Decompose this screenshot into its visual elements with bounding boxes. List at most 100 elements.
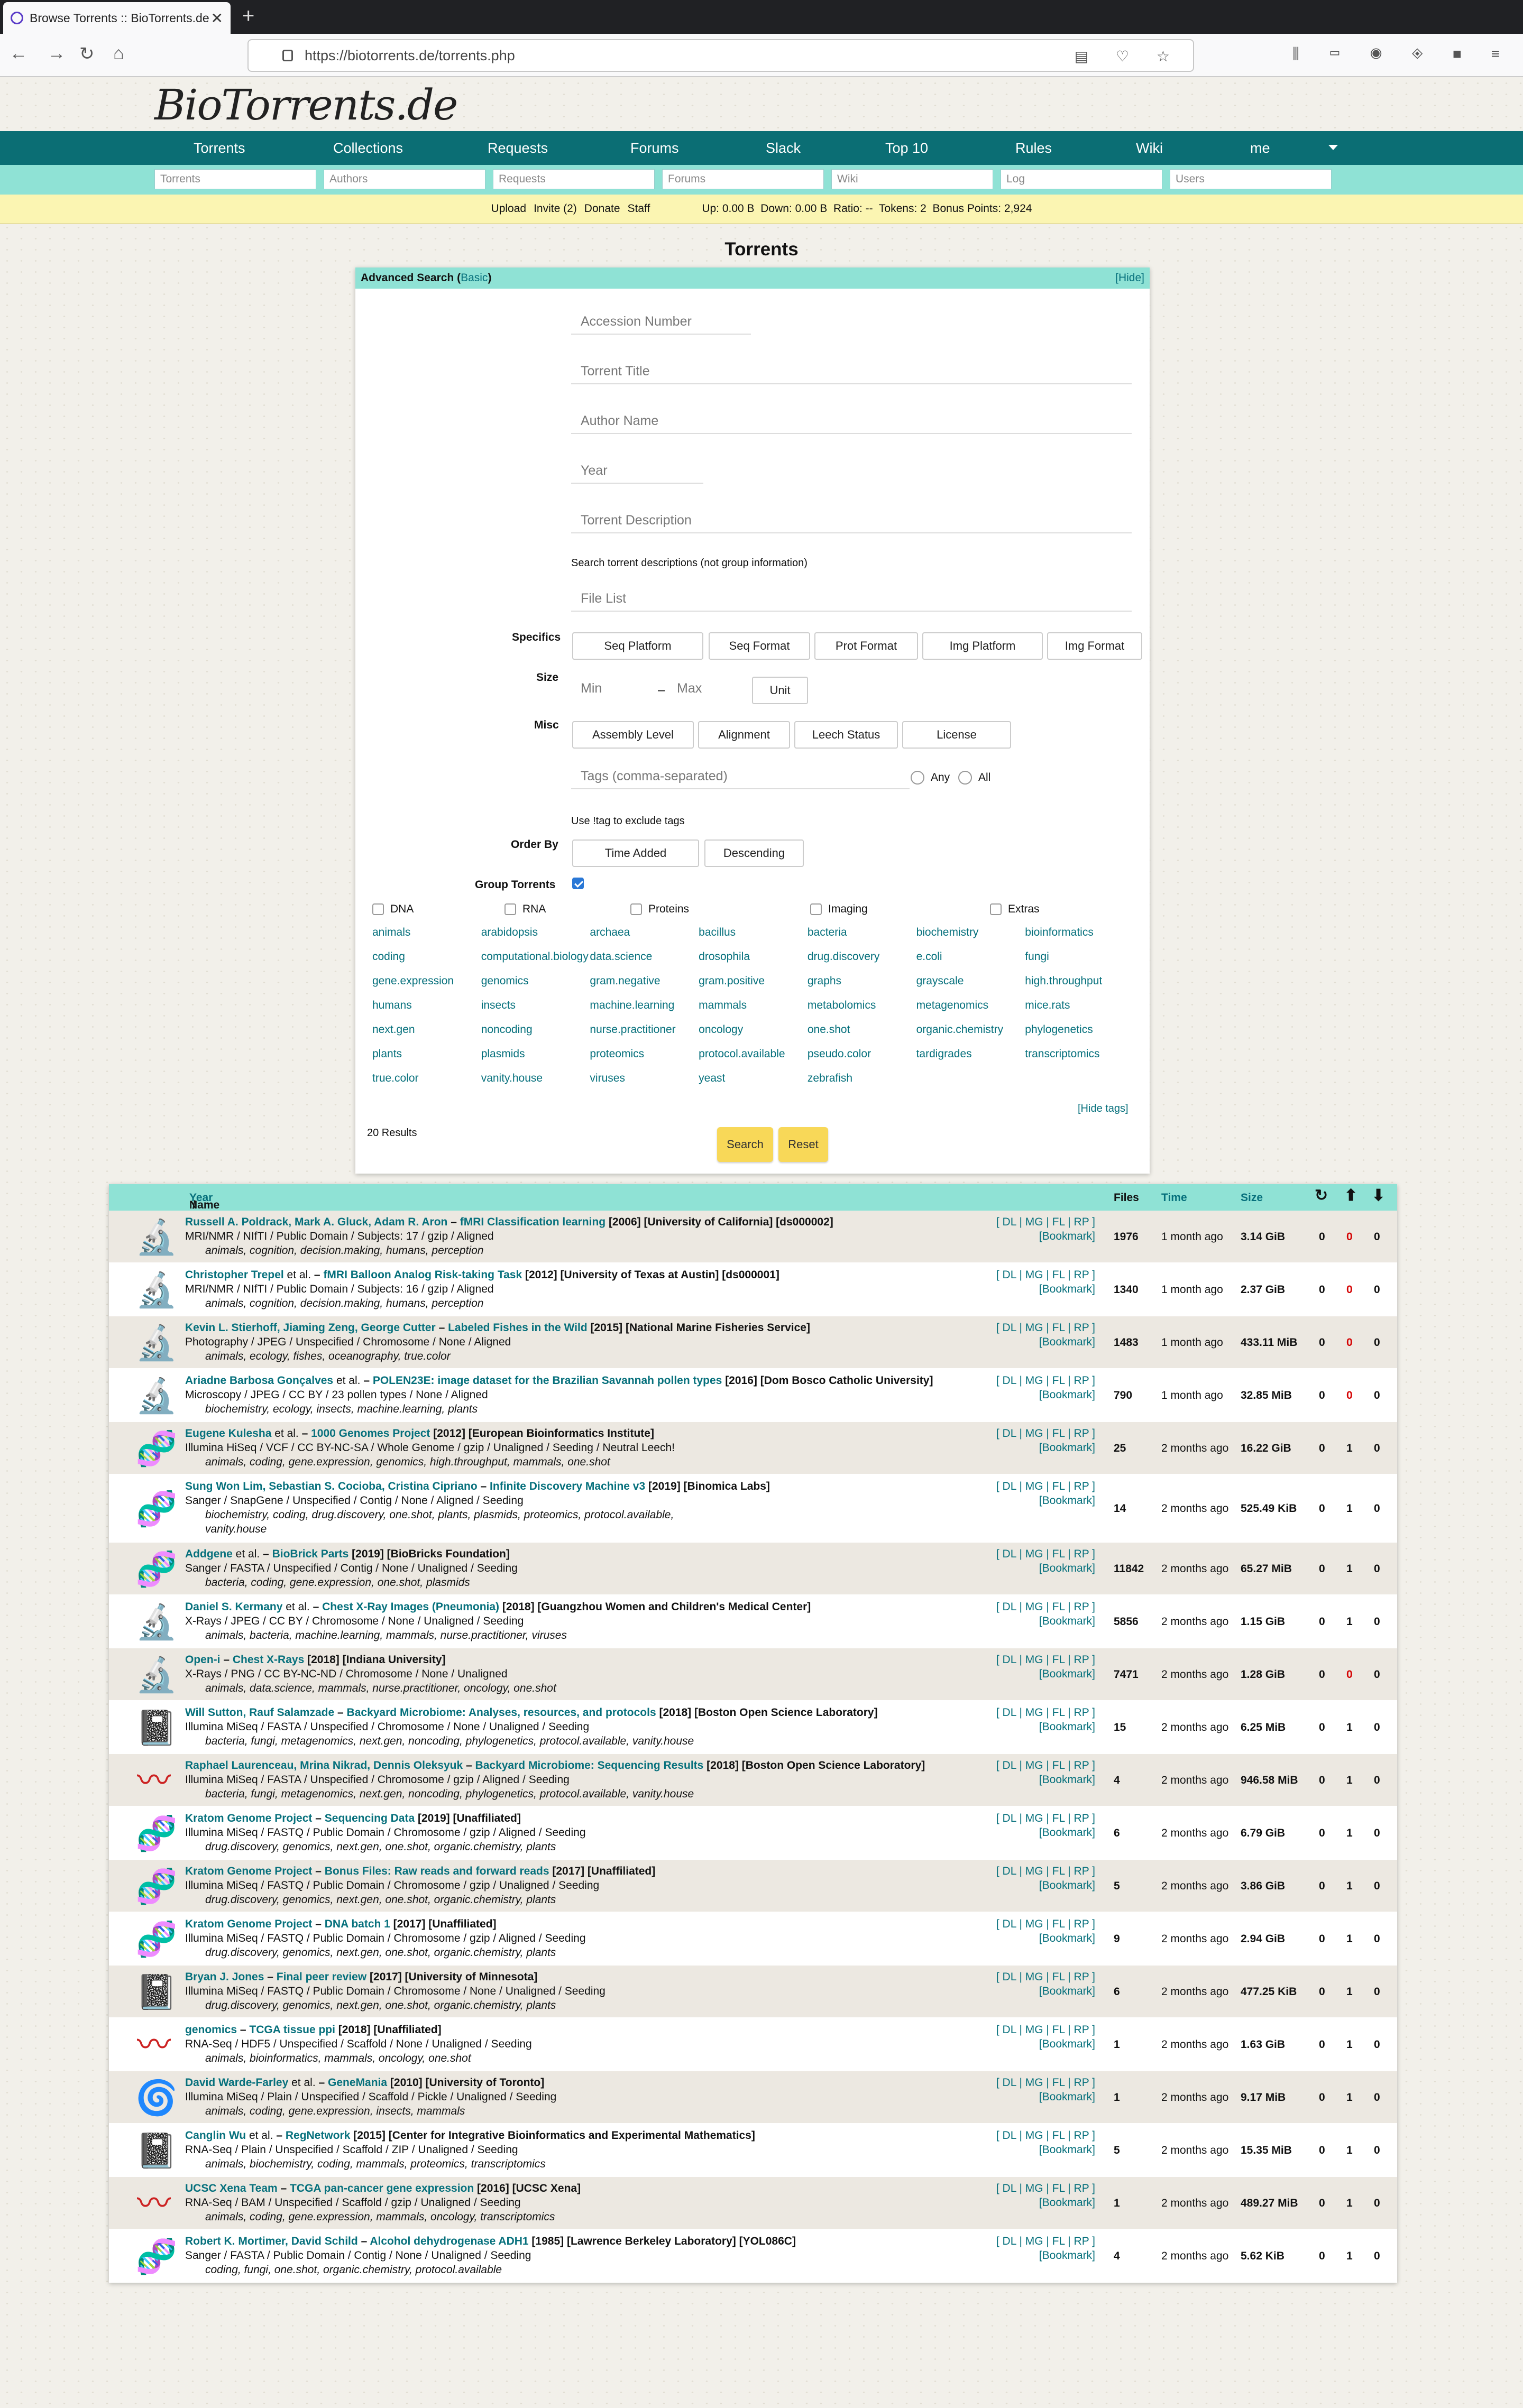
bookmark-link[interactable]: [Bookmark] [989, 1878, 1095, 1893]
order-field-select[interactable]: Time Added [572, 839, 699, 867]
bookmark-link[interactable]: [Bookmark] [989, 2195, 1095, 2210]
tag-link[interactable]: gram.negative [590, 975, 699, 988]
bookmark-link[interactable]: [Bookmark] [989, 1773, 1095, 1787]
dna-category-icon[interactable]: 🧬 [135, 1488, 178, 1529]
torrent-authors[interactable]: Kratom Genome Project [185, 1812, 312, 1824]
torrent-title-link[interactable]: fMRI Balloon Analog Risk-taking Task [323, 1269, 522, 1281]
tag-link[interactable]: noncoding [481, 1023, 590, 1036]
size-min-field[interactable]: Min [571, 677, 650, 700]
nav-torrents[interactable]: Torrents [194, 140, 245, 156]
year-field[interactable]: Year [571, 459, 703, 484]
bookmark-link[interactable]: [Bookmark] [989, 1388, 1095, 1402]
hide-search-link[interactable]: [Hide] [1115, 272, 1144, 284]
new-tab-icon[interactable]: + [242, 4, 254, 28]
tag-link[interactable]: one.shot [808, 1023, 916, 1036]
nav-top10[interactable]: Top 10 [885, 140, 928, 156]
tag-link[interactable]: high.throughput [1025, 975, 1134, 988]
tag-link[interactable]: plants [372, 1048, 481, 1060]
torrent-authors[interactable]: genomics [185, 2024, 237, 2036]
download-links[interactable]: [ DL | MG | FL | RP ] [989, 1268, 1095, 1282]
sort-size[interactable]: Size [1241, 1192, 1263, 1204]
site-logo[interactable]: BioTorrents.de [154, 80, 458, 130]
leechers-icon[interactable]: ⬇ [1372, 1186, 1385, 1205]
download-links[interactable]: [ DL | MG | FL | RP ] [989, 1864, 1095, 1878]
search-log-input[interactable]: Log [1001, 169, 1162, 189]
tag-link[interactable]: arabidopsis [481, 926, 590, 939]
torrent-title-link[interactable]: Chest X-Rays [233, 1654, 304, 1666]
download-links[interactable]: [ DL | MG | FL | RP ] [989, 1426, 1095, 1441]
tag-link[interactable]: vanity.house [481, 1072, 590, 1085]
group-torrents-checkbox[interactable] [572, 878, 584, 889]
download-links[interactable]: [ DL | MG | FL | RP ] [989, 1705, 1095, 1720]
tag-link[interactable]: transcriptomics [1025, 1048, 1134, 1060]
torrent-title-link[interactable]: RegNetwork [286, 2129, 351, 2142]
torrent-title-link[interactable]: TCGA tissue ppi [249, 2024, 335, 2036]
torrent-authors[interactable]: Russell A. Poldrack, Mark A. Gluck, Adam… [185, 1216, 447, 1228]
search-torrents-input[interactable]: Torrents [154, 169, 316, 189]
tag-link[interactable]: viruses [590, 1072, 699, 1085]
torrent-title-field[interactable]: Torrent Title [571, 359, 1132, 384]
search-requests-input[interactable]: Requests [493, 169, 655, 189]
nav-rules[interactable]: Rules [1015, 140, 1052, 156]
tag-mode-any[interactable]: Any [911, 771, 950, 785]
download-links[interactable]: [ DL | MG | FL | RP ] [989, 2128, 1095, 2143]
torrent-title-link[interactable]: Labeled Fishes in the Wild [448, 1322, 588, 1334]
tag-link[interactable]: genomics [481, 975, 590, 988]
dna-category-icon[interactable]: 🧬 [135, 2236, 178, 2277]
torrent-authors[interactable]: Christopher Trepel [185, 1269, 284, 1281]
nav-collections[interactable]: Collections [333, 140, 403, 156]
order-direction-select[interactable]: Descending [704, 839, 804, 867]
torrent-title-link[interactable]: fMRI Classification learning [460, 1216, 605, 1228]
bookmark-link[interactable]: [Bookmark] [989, 1614, 1095, 1628]
seeders-icon[interactable]: ⬆ [1344, 1186, 1357, 1205]
bookmark-link[interactable]: [Bookmark] [989, 1282, 1095, 1296]
torrent-title-link[interactable]: DNA batch 1 [325, 1918, 390, 1930]
tag-link[interactable]: nurse.practitioner [590, 1023, 699, 1036]
torrent-title-link[interactable]: TCGA pan-cancer gene expression [290, 2182, 474, 2194]
download-links[interactable]: [ DL | MG | FL | RP ] [989, 1600, 1095, 1614]
torrent-title-link[interactable]: BioBrick Parts [272, 1548, 349, 1560]
tag-link[interactable]: plasmids [481, 1048, 590, 1060]
bookmark-link[interactable]: [Bookmark] [989, 1335, 1095, 1349]
close-tab-icon[interactable]: ✕ [211, 10, 223, 27]
tag-link[interactable]: bioinformatics [1025, 926, 1134, 939]
torrent-authors[interactable]: Robert K. Mortimer, David Schild [185, 2235, 358, 2247]
microscope-category-icon[interactable]: 🔬 [135, 1216, 178, 1258]
torrent-authors[interactable]: Bryan J. Jones [185, 1971, 264, 1983]
category-imaging[interactable]: Imaging [810, 903, 868, 916]
torrent-authors[interactable]: Daniel S. Kermany [185, 1601, 282, 1613]
microscope-category-icon[interactable]: 🔬 [135, 1322, 178, 1363]
bookmark-link[interactable]: [Bookmark] [989, 1931, 1095, 1945]
assembly-level-select[interactable]: Assembly Level [572, 721, 694, 749]
accession-number-field[interactable]: Accession Number [571, 310, 751, 335]
download-links[interactable]: [ DL | MG | FL | RP ] [989, 1547, 1095, 1561]
tag-link[interactable]: humans [372, 999, 481, 1012]
alignment-select[interactable]: Alignment [698, 721, 790, 749]
torrent-authors[interactable]: Kratom Genome Project [185, 1865, 312, 1877]
category-dna[interactable]: DNA [372, 903, 414, 916]
leech-status-select[interactable]: Leech Status [794, 721, 898, 749]
tag-link[interactable]: graphs [808, 975, 916, 988]
tag-link[interactable]: tardigrades [916, 1048, 1025, 1060]
tag-link[interactable]: coding [372, 951, 481, 963]
search-wiki-input[interactable]: Wiki [831, 169, 993, 189]
tag-link[interactable]: biochemistry [916, 926, 1025, 939]
torrent-authors[interactable]: Sung Won Lim, Sebastian S. Cocioba, Cris… [185, 1480, 478, 1492]
tag-link[interactable]: protocol.available [699, 1048, 808, 1060]
reset-button[interactable]: Reset [778, 1127, 828, 1162]
bookmark-link[interactable]: [Bookmark] [989, 2037, 1095, 2051]
bookmark-link[interactable]: [Bookmark] [989, 1825, 1095, 1840]
tag-link[interactable]: metabolomics [808, 999, 916, 1012]
rna-category-icon[interactable]: 〰 [135, 2183, 172, 2224]
torrent-title-link[interactable]: Alcohol dehydrogenase ADH1 [370, 2235, 528, 2247]
upload-link[interactable]: Upload [491, 202, 527, 215]
license-select[interactable]: License [902, 721, 1011, 749]
tags-field[interactable]: Tags (comma-separated) [571, 764, 910, 789]
back-icon[interactable]: ← [10, 43, 27, 64]
chevron-down-icon[interactable] [1328, 145, 1338, 150]
checkbox-icon[interactable] [504, 903, 516, 915]
microscope-category-icon[interactable]: 🔬 [135, 1654, 178, 1695]
download-links[interactable]: [ DL | MG | FL | RP ] [989, 1970, 1095, 1984]
bookmark-link[interactable]: [Bookmark] [989, 1493, 1095, 1508]
tag-link[interactable]: animals [372, 926, 481, 939]
